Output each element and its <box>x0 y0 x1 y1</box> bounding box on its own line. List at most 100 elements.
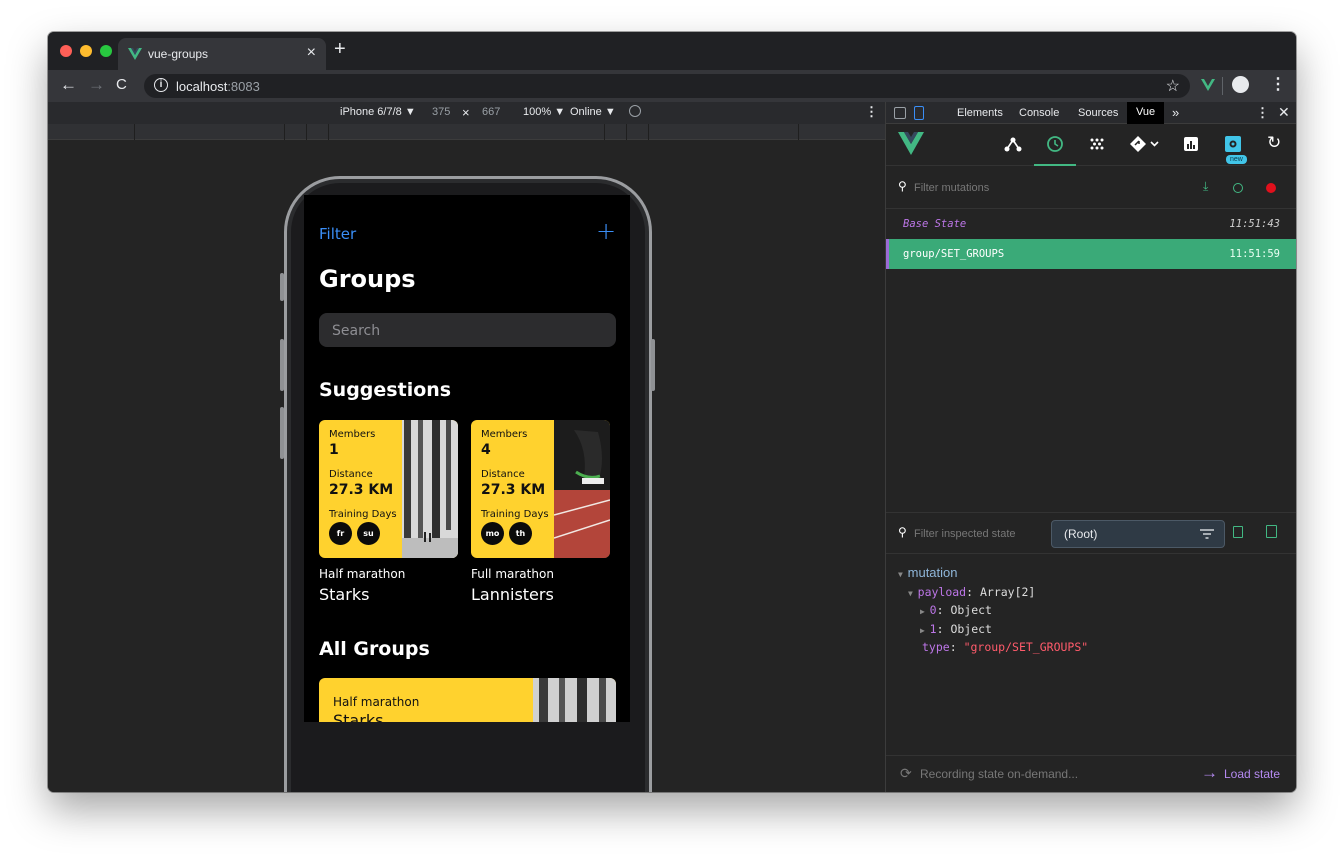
revert-all-icon[interactable] <box>1233 183 1243 193</box>
tree-node-item-1[interactable]: ▶ 1: Object <box>898 621 1088 640</box>
day-badge: su <box>357 522 380 545</box>
minimize-window-button[interactable] <box>80 45 92 57</box>
copy-icon[interactable] <box>1233 526 1243 538</box>
device-width[interactable]: 375 <box>432 106 450 118</box>
tab-title: vue-groups <box>148 47 209 61</box>
group-card-starks[interactable]: Half marathon Starks <box>319 678 616 722</box>
members-value: 4 <box>481 442 491 458</box>
day-badge: mo <box>481 522 504 545</box>
more-tabs-icon[interactable]: » <box>1172 105 1179 120</box>
members-value: 1 <box>329 442 339 458</box>
forward-arrow-icon[interactable]: → <box>88 75 105 95</box>
mutation-row[interactable]: Base State 11:51:43 <box>886 209 1296 239</box>
mutation-time: 11:51:59 <box>1229 248 1280 260</box>
vue-logo-icon <box>898 132 924 155</box>
phone-power-button <box>651 339 655 391</box>
browser-toolbar: ← → C i localhost:8083 ☆ ⋮ <box>48 70 1296 102</box>
mutation-time: 11:51:43 <box>1229 218 1280 230</box>
tab-close-icon[interactable]: × <box>307 44 316 62</box>
load-state-arrow-icon[interactable]: → <box>1201 763 1218 783</box>
bookmark-star-icon[interactable]: ☆ <box>1166 76 1180 96</box>
phone-volume-up <box>280 339 284 391</box>
distance-value: 27.3 KM <box>329 482 394 498</box>
devtools-menu-icon[interactable]: ⋮ <box>1256 105 1269 121</box>
forest-photo <box>402 420 458 558</box>
distance-label: Distance <box>481 469 525 480</box>
day-badge: th <box>509 522 532 545</box>
vuex-history-icon[interactable] <box>1046 135 1064 153</box>
inspect-element-icon[interactable] <box>894 107 906 119</box>
members-label: Members <box>329 429 376 440</box>
commit-all-icon[interactable]: ⤓ <box>1203 179 1208 194</box>
state-inspector-bar: ⚲ Filter inspected state (Root) <box>886 512 1296 554</box>
tree-node-type[interactable]: type: "group/SET_GROUPS" <box>898 639 1088 657</box>
browser-menu-icon[interactable]: ⋮ <box>1270 74 1286 94</box>
site-info-icon[interactable]: i <box>154 78 168 92</box>
events-icon[interactable] <box>1088 135 1106 153</box>
vue-devtools-extension-icon[interactable] <box>1201 78 1215 92</box>
tree-node-mutation[interactable]: ▼ mutation <box>898 564 1088 584</box>
tab-elements[interactable]: Elements <box>957 107 1003 119</box>
add-group-button[interactable]: + <box>596 219 616 243</box>
training-days-label: Training Days <box>329 509 397 520</box>
suggestion-card-starks[interactable]: Members 1 Distance 27.3 KM Training Days… <box>319 420 458 558</box>
phone-volume-down <box>280 407 284 459</box>
vue-devtools-toolbar: new ↻ <box>886 124 1296 166</box>
url-text: localhost:8083 <box>176 79 260 94</box>
state-tree: ▼ mutation ▼ payload: Array[2] ▶ 0: Obje… <box>898 564 1088 657</box>
new-badge: new <box>1226 155 1247 164</box>
filter-mutations-input[interactable]: Filter mutations <box>914 182 989 194</box>
back-arrow-icon[interactable]: ← <box>60 75 77 95</box>
settings-icon[interactable] <box>1224 135 1242 153</box>
filter-lines-icon <box>1200 529 1214 539</box>
device-toggle-icon[interactable] <box>914 106 924 120</box>
close-window-button[interactable] <box>60 45 72 57</box>
suggestions-heading: Suggestions <box>319 379 452 401</box>
mutation-row-selected[interactable]: group/SET_GROUPS 11:51:59 <box>886 239 1296 269</box>
device-height[interactable]: 667 <box>482 106 500 118</box>
routing-icon[interactable] <box>1129 135 1161 153</box>
active-tab-indicator <box>1034 164 1076 166</box>
filter-state-input[interactable]: Filter inspected state <box>914 528 1016 540</box>
tab-vue[interactable]: Vue <box>1127 102 1165 124</box>
network-select[interactable]: Online ▼ <box>570 106 616 118</box>
forest-photo <box>533 678 616 722</box>
browser-tab[interactable]: vue-groups × <box>118 38 326 70</box>
refresh-icon[interactable]: ↻ <box>1267 134 1281 152</box>
paste-icon[interactable] <box>1266 525 1277 538</box>
record-icon[interactable] <box>1266 183 1276 193</box>
rotate-icon[interactable] <box>629 105 641 117</box>
root-select-value: (Root) <box>1064 527 1098 541</box>
tab-strip: vue-groups × + <box>48 32 1296 70</box>
reload-icon[interactable]: C <box>116 75 127 95</box>
load-state-button[interactable]: Load state <box>1224 767 1280 781</box>
performance-icon[interactable] <box>1182 135 1200 153</box>
suggestion-card-lannisters[interactable]: Members 4 Distance 27.3 KM Training Days… <box>471 420 610 558</box>
tab-console[interactable]: Console <box>1019 107 1059 119</box>
filter-button[interactable]: Filter <box>319 225 356 243</box>
devtools-close-icon[interactable]: ✕ <box>1278 104 1290 121</box>
device-more-icon[interactable]: ⋮ <box>865 104 878 120</box>
track-photo <box>554 420 610 558</box>
components-icon[interactable] <box>1004 135 1022 153</box>
devtools-footer: ⟳ Recording state on-demand... → Load st… <box>886 755 1296 792</box>
mutation-name: Base State <box>903 218 967 230</box>
zoom-window-button[interactable] <box>100 45 112 57</box>
tree-node-payload[interactable]: ▼ payload: Array[2] <box>898 584 1088 603</box>
recording-status: Recording state on-demand... <box>920 767 1079 781</box>
mutation-filter-bar: ⚲ Filter mutations ⤓ <box>886 167 1296 209</box>
device-select[interactable]: iPhone 6/7/8 ▼ <box>340 106 416 118</box>
all-groups-heading: All Groups <box>319 638 430 660</box>
search-input[interactable]: Search <box>319 313 616 347</box>
tree-node-item-0[interactable]: ▶ 0: Object <box>898 602 1088 621</box>
card-type: Full marathon <box>471 567 554 581</box>
new-tab-button[interactable]: + <box>334 38 346 61</box>
search-icon: ⚲ <box>898 179 907 193</box>
address-bar[interactable]: i localhost:8083 ☆ <box>144 74 1190 98</box>
root-select[interactable]: (Root) <box>1051 520 1225 548</box>
devtools-panel: Elements Console Sources Vue » ⋮ ✕ new ↻… <box>885 102 1296 792</box>
vue-favicon-icon <box>128 48 142 60</box>
zoom-select[interactable]: 100% ▼ <box>523 106 565 118</box>
tab-sources[interactable]: Sources <box>1078 107 1118 119</box>
profile-avatar-icon[interactable] <box>1232 76 1249 93</box>
